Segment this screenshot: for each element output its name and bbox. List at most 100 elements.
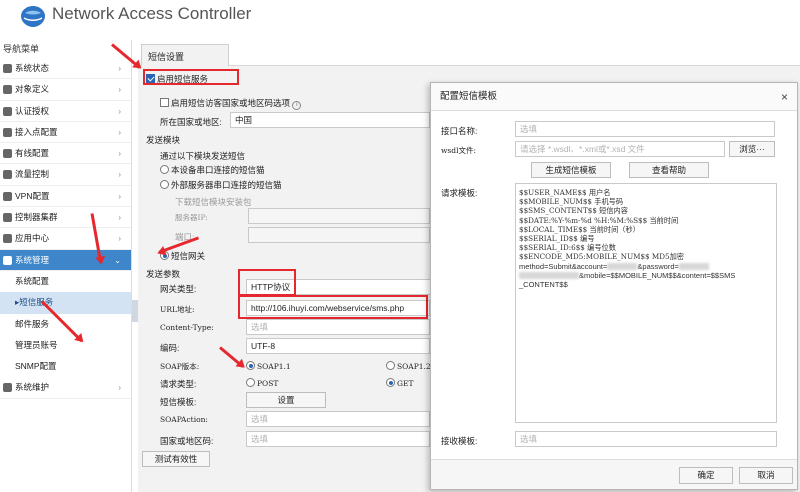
port-input[interactable]	[248, 227, 430, 243]
sidebar-item-wired[interactable]: 有线配置 ›	[0, 143, 131, 165]
app-center-icon	[3, 234, 12, 244]
object-icon	[3, 85, 12, 95]
soap12-radio[interactable]	[386, 361, 395, 370]
api-name-label: 接口名称:	[441, 126, 478, 136]
cluster-icon	[3, 213, 12, 223]
chevron-right-icon: ›	[118, 213, 121, 223]
sidebar: 导航菜单 系统状态 › 对象定义 › 认证授权 › 接入点配置 › 有线配置 › 流量控制…	[0, 40, 132, 492]
wired-icon	[3, 149, 12, 159]
view-help-button[interactable]: 查看帮助	[629, 162, 709, 178]
maintenance-icon	[3, 383, 12, 393]
download-pkg-link[interactable]: 下载短信模块安装包	[175, 196, 252, 208]
post-option: POST	[246, 378, 278, 388]
chevron-right-icon: ›	[118, 234, 121, 244]
sidebar-item-objects[interactable]: 对象定义 ›	[0, 79, 131, 101]
app-title: Network Access Controller	[52, 4, 252, 23]
soap-action-label: SOAPAction:	[160, 415, 208, 424]
chevron-right-icon: ›	[118, 106, 121, 116]
chevron-down-icon: ⌄	[114, 255, 121, 265]
server-ip-input[interactable]	[248, 208, 430, 224]
chevron-right-icon: ›	[118, 85, 121, 95]
external-serial-option: 外部服务器串口连接的短信猫	[160, 179, 282, 191]
country-code-label: 国家或地区码:	[160, 436, 214, 446]
browse-button[interactable]: 浏览···	[729, 141, 775, 157]
chevron-right-icon: ›	[118, 170, 121, 180]
sidebar-item-maintenance[interactable]: 系统维护 ›	[0, 377, 131, 399]
local-serial-option: 本设备串口连接的短信猫	[160, 164, 265, 176]
sidebar-sub-snmp[interactable]: SNMP配置	[0, 356, 131, 377]
content-type-input[interactable]: 选填	[246, 319, 430, 335]
gateway-type-label: 网关类型:	[160, 284, 197, 294]
post-radio[interactable]	[246, 378, 255, 387]
encoding-label: 编码:	[160, 343, 180, 353]
generate-template-button[interactable]: 生成短信模板	[531, 162, 611, 178]
server-ip-label: 服务器IP:	[175, 213, 208, 222]
content-type-label: Content-Type:	[160, 323, 214, 332]
sidebar-item-access-point[interactable]: 接入点配置 ›	[0, 122, 131, 144]
get-radio[interactable]	[386, 378, 395, 387]
receive-template-input[interactable]: 选填	[515, 431, 777, 447]
soap-action-input[interactable]: 选填	[246, 411, 430, 427]
sidebar-sub-system-config[interactable]: 系统配置	[0, 271, 131, 292]
country-code-input[interactable]: 选填	[246, 431, 430, 447]
wsdl-file-input[interactable]: 请选择 *.wsdl、*.xml或*.xsd 文件	[515, 141, 725, 157]
request-type-label: 请求类型:	[160, 379, 197, 389]
sidebar-sub-sms-service[interactable]: ▸短信服务	[0, 292, 131, 314]
country-label: 所在国家或地区:	[160, 117, 222, 127]
external-serial-radio[interactable]	[160, 180, 169, 189]
info-icon[interactable]: i	[292, 101, 302, 110]
sidebar-item-system-manage[interactable]: 系统管理 ⌄	[0, 249, 131, 271]
access-point-icon	[3, 127, 12, 137]
soap-version-label: SOAP版本:	[160, 362, 200, 371]
dialog-footer: 确定 取消	[431, 459, 797, 489]
annotation-box-gateway-type	[238, 269, 296, 296]
sms-template-label: 短信模板:	[160, 397, 197, 407]
chevron-right-icon: ›	[118, 149, 121, 159]
request-template-textarea[interactable]: $$USER_NAME$$ 用户名 $$MOBILE_NUM$$ 手机号码 $$SM…	[515, 183, 777, 423]
sidebar-item-auth[interactable]: 认证授权 ›	[0, 101, 131, 122]
sidebar-item-vpn[interactable]: VPN配置 ›	[0, 186, 131, 208]
annotation-box-url	[238, 295, 428, 319]
close-icon[interactable]: ×	[781, 83, 788, 111]
encoding-select[interactable]: UTF-8	[246, 338, 430, 354]
sidebar-item-app-center[interactable]: 应用中心 ›	[0, 228, 131, 250]
sidebar-header: 导航菜单	[3, 44, 40, 54]
country-select[interactable]: 中国	[230, 112, 430, 128]
cancel-button[interactable]: 取消	[739, 467, 793, 484]
sms-gateway-option: 短信网关	[160, 250, 205, 262]
redacted-value	[519, 271, 579, 279]
app-logo-icon	[21, 6, 45, 27]
chevron-right-icon: ›	[118, 383, 121, 393]
soap11-option: SOAP1.1	[246, 361, 291, 371]
tab-sms-settings[interactable]: 短信设置	[141, 44, 229, 66]
test-validity-button[interactable]: 测试有效性	[142, 451, 210, 467]
soap12-option: SOAP1.2	[386, 361, 431, 371]
chevron-right-icon: ›	[118, 191, 121, 201]
sidebar-item-cluster[interactable]: 控制器集群 ›	[0, 207, 131, 229]
user-auth-icon	[3, 106, 12, 116]
send-params-title: 发送参数	[146, 269, 181, 279]
redacted-value	[607, 262, 638, 270]
monitor-icon	[3, 64, 12, 73]
app-header: Network Access Controller	[0, 0, 800, 40]
redacted-value	[678, 262, 709, 270]
request-template-label: 请求模板:	[441, 188, 478, 198]
sidebar-item-system-status[interactable]: 系统状态 ›	[0, 58, 131, 80]
settings-button[interactable]: 设置	[246, 392, 326, 408]
ok-button[interactable]: 确定	[679, 467, 733, 484]
dialog-header: 配置短信模板 ×	[431, 83, 797, 111]
sms-template-dialog: 配置短信模板 × 接口名称: 选填 wsdl文件: 请选择 *.wsdl、*.x…	[430, 82, 798, 490]
intl-option-checkbox[interactable]	[160, 98, 169, 107]
sidebar-item-traffic[interactable]: 流量控制 ›	[0, 164, 131, 186]
api-name-input[interactable]: 选填	[515, 121, 775, 137]
url-label: URL地址:	[160, 305, 195, 314]
tab-bar: 短信设置	[138, 40, 800, 66]
local-serial-radio[interactable]	[160, 165, 169, 174]
dialog-title: 配置短信模板	[440, 91, 498, 102]
send-module-title: 发送模块	[146, 135, 181, 145]
get-option: GET	[386, 378, 413, 388]
send-via-label: 通过以下模块发送短信	[160, 151, 246, 161]
sidebar-sub-admin-account[interactable]: 管理员账号	[0, 335, 131, 356]
chevron-right-icon: ›	[118, 127, 121, 137]
intl-option-row: 启用短信访客国家或地区码选项 i	[160, 97, 302, 110]
